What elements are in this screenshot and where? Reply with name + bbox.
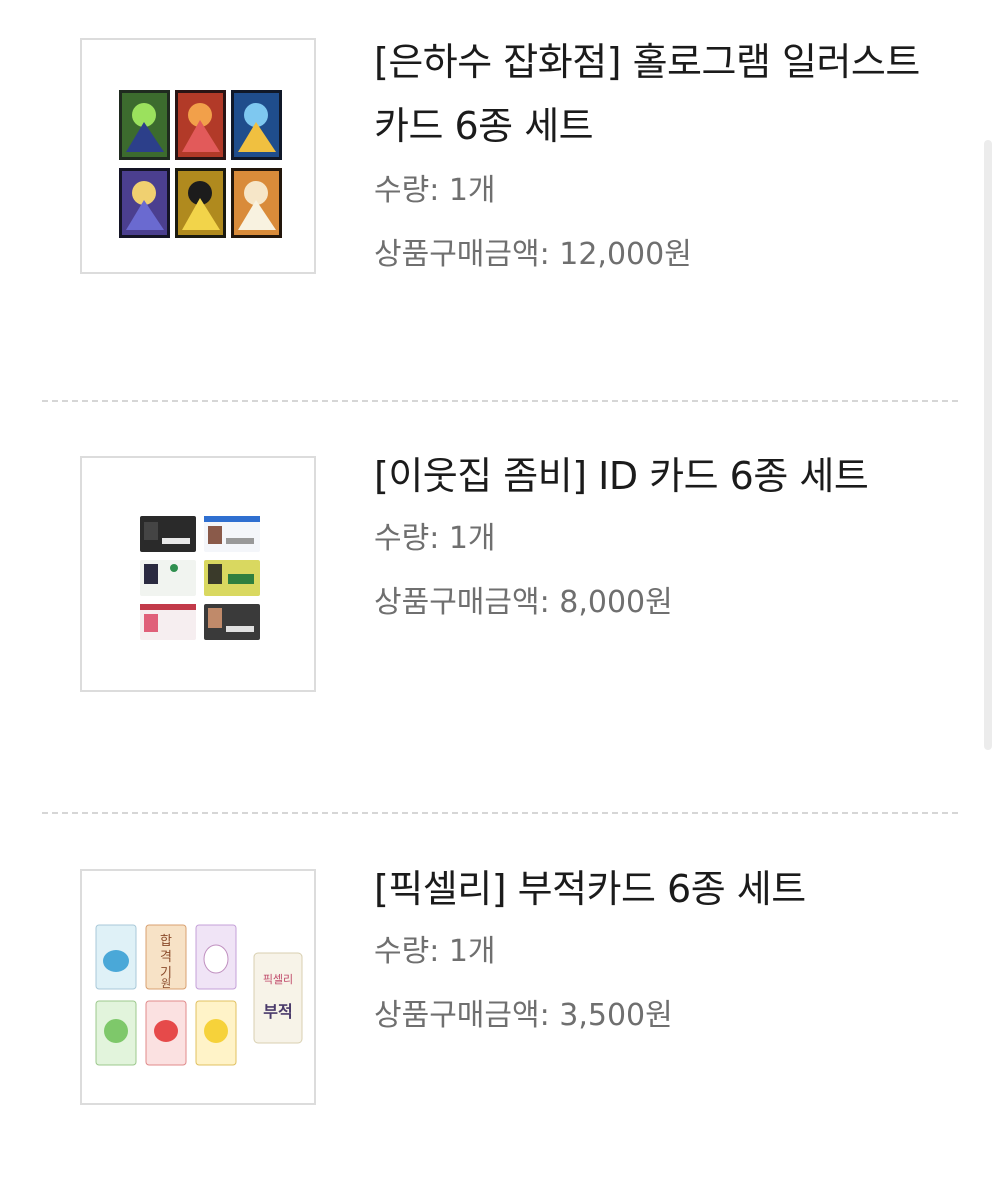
product-title[interactable]: [픽셀리] 부적카드 6종 세트 [374, 857, 934, 921]
quantity-text: 수량: 1개 [374, 934, 496, 969]
product-thumbnail[interactable]: 합 격 기 원 픽셀리 부적 [80, 869, 316, 1105]
talisman-text: 합 [160, 934, 172, 949]
product-title[interactable]: [은하수 잡화점] 홀로그램 일러스트 카드 6종 세트 [374, 30, 934, 158]
price-text: 상품구매금액: 3,500원 [374, 998, 673, 1033]
item-divider [42, 812, 958, 814]
product-title[interactable]: [이웃집 좀비] ID 카드 6종 세트 [374, 444, 934, 508]
item-divider [42, 400, 958, 402]
id-card-set-image [140, 516, 260, 640]
talisman-text: 원 [161, 977, 171, 990]
talisman-text: 픽셀리 [263, 973, 293, 986]
quantity-text: 수량: 1개 [374, 521, 496, 556]
price-text: 상품구매금액: 8,000원 [374, 585, 673, 620]
talisman-text: 부적 [263, 1002, 292, 1021]
product-thumbnail[interactable] [80, 38, 316, 274]
quantity-text: 수량: 1개 [374, 173, 496, 208]
price-text: 상품구매금액: 12,000원 [374, 237, 692, 272]
talisman-card-set-image: 합 격 기 원 픽셀리 부적 [95, 924, 303, 1066]
hologram-card-set-image [119, 90, 282, 238]
scrollbar[interactable] [984, 140, 992, 750]
product-thumbnail[interactable] [80, 456, 316, 692]
talisman-text: 격 [160, 950, 172, 965]
